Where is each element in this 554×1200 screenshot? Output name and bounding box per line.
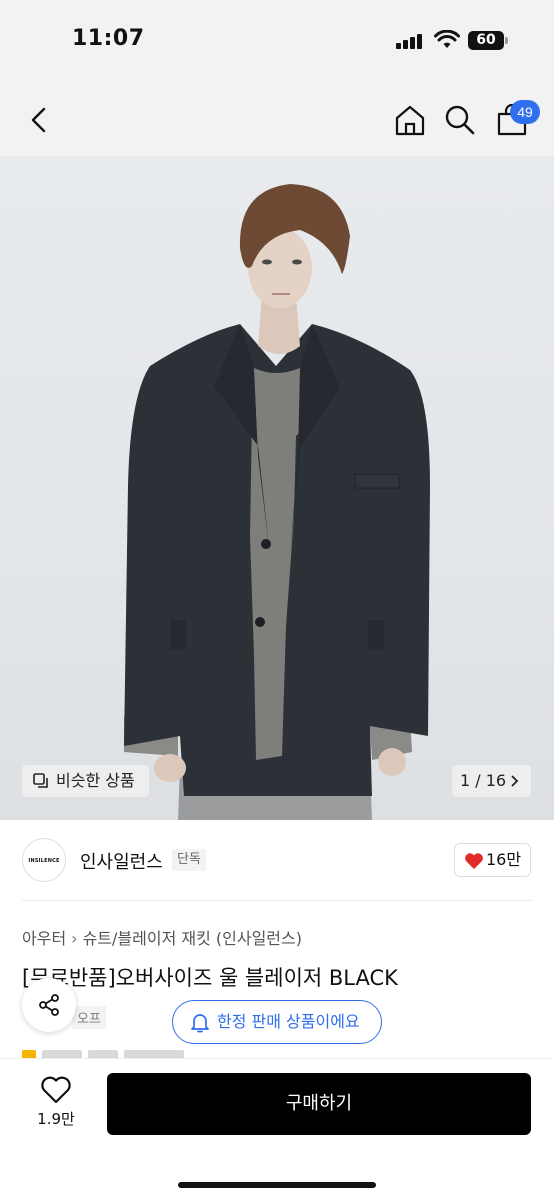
page-indicator-text: 1 / 16 — [460, 771, 507, 790]
buy-button[interactable]: 구매하기 — [107, 1073, 531, 1135]
product-sub-tag: 오프 — [72, 1006, 106, 1029]
product-title: [무료반품]오버사이즈 울 블레이저 BLACK — [22, 966, 398, 990]
brand-logo[interactable]: INSILENCE — [22, 838, 66, 882]
chevron-right-icon — [511, 775, 519, 787]
back-chevron-icon[interactable] — [22, 102, 58, 138]
breadcrumb-item[interactable]: 슈트/블레이저 재킷 (인사일런스) — [83, 929, 302, 948]
cellular-signal-icon — [396, 33, 422, 49]
limited-sale-label: 한정 판매 상품이에요 — [217, 1012, 360, 1031]
breadcrumb: 아우터 › 슈트/블레이저 재킷 (인사일런스) — [22, 925, 302, 949]
home-icon[interactable] — [392, 102, 428, 138]
top-nav-bar — [0, 84, 554, 156]
exclusive-tag: 단독 — [172, 849, 206, 871]
status-bar: 11:07 60 — [0, 0, 554, 84]
model-photo — [124, 184, 430, 820]
share-button[interactable] — [22, 978, 76, 1032]
brand-like-button[interactable]: 16만 — [454, 843, 531, 877]
similar-products-label: 비슷한 상품 — [56, 771, 135, 790]
battery-icon: 60 — [468, 31, 508, 50]
brand-name[interactable]: 인사일런스 — [80, 848, 163, 874]
share-icon — [39, 994, 59, 1016]
bell-icon — [191, 1014, 209, 1033]
image-page-indicator[interactable]: 1 / 16 — [452, 765, 531, 797]
search-icon[interactable] — [442, 102, 478, 138]
breadcrumb-item[interactable]: 아우터 — [22, 929, 66, 948]
battery-level: 60 — [468, 31, 504, 50]
heart-filled-icon — [465, 853, 483, 869]
divider — [22, 900, 532, 901]
heart-outline-icon[interactable] — [40, 1076, 72, 1104]
limited-sale-notice[interactable]: 한정 판매 상품이에요 — [172, 1000, 382, 1044]
similar-products-button[interactable]: 비슷한 상품 — [22, 765, 149, 797]
cart-count-badge: 49 — [510, 100, 540, 124]
chevron-right-icon: › — [71, 929, 78, 948]
product-image[interactable] — [0, 156, 554, 820]
brand-like-count: 16만 — [486, 850, 522, 869]
home-indicator — [178, 1182, 376, 1188]
wishlist-count: 1.9만 — [37, 1110, 75, 1128]
copy-icon — [33, 773, 48, 788]
wifi-icon — [434, 30, 460, 48]
status-time: 11:07 — [72, 26, 145, 51]
